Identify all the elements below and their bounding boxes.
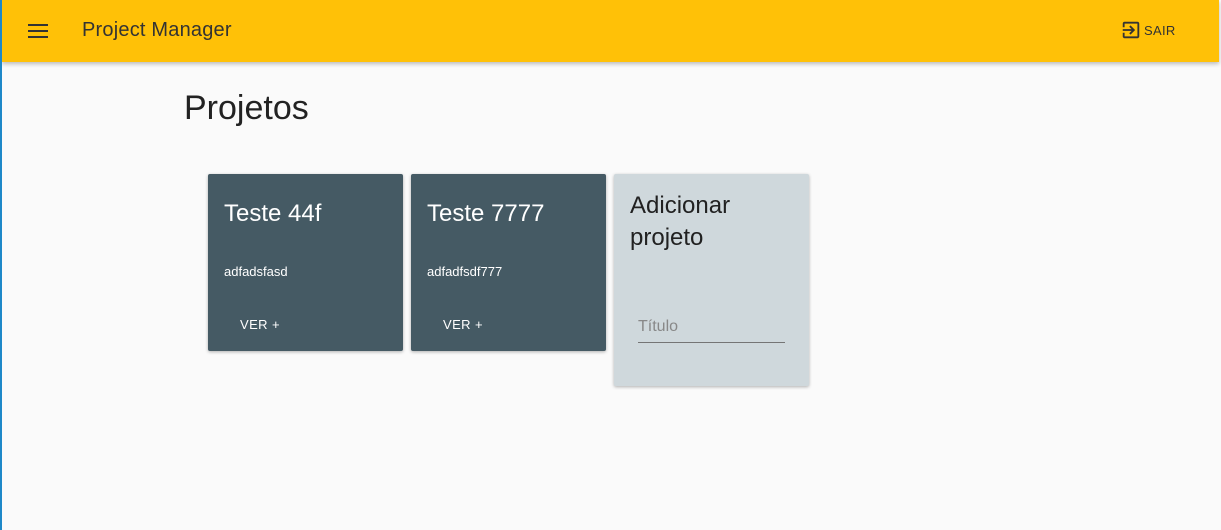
view-project-button[interactable]: VER +	[427, 310, 499, 340]
project-description: adfadsfasd	[224, 264, 288, 279]
project-title: Teste 7777	[427, 200, 545, 227]
view-project-button[interactable]: VER +	[224, 310, 296, 340]
menu-button[interactable]	[22, 15, 54, 47]
app-title: Project Manager	[82, 19, 232, 41]
logout-label: SAIR	[1144, 22, 1176, 38]
menu-icon	[28, 24, 48, 38]
project-title-input[interactable]	[638, 312, 785, 343]
top-toolbar: Project Manager SAIR	[2, 0, 1219, 62]
logout-button[interactable]: SAIR	[1120, 17, 1176, 43]
add-project-card: Adicionar projeto	[614, 174, 809, 386]
project-card: Teste 7777 adfadfsdf777 VER +	[411, 174, 606, 351]
project-description: adfadfsdf777	[427, 264, 503, 279]
project-title: Teste 44f	[224, 200, 322, 227]
page-title: Projetos	[184, 89, 309, 127]
exit-to-app-icon	[1122, 21, 1140, 39]
app-window: Project Manager SAIR Projetos Teste 44f …	[0, 0, 1221, 530]
project-card: Teste 44f adfadsfasd VER +	[208, 174, 403, 351]
add-project-title: Adicionar projeto	[630, 192, 731, 251]
